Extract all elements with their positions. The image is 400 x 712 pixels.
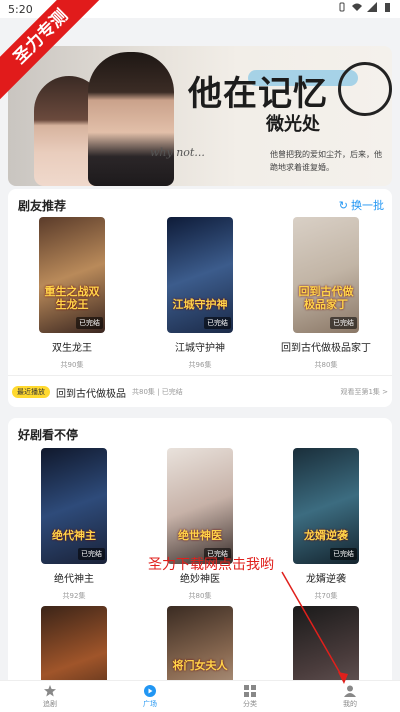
- drama-poster: 将门女夫人: [167, 606, 233, 680]
- tab-square[interactable]: 广场: [100, 681, 200, 712]
- divider: [8, 375, 392, 376]
- banner-title: 他在记忆: [188, 74, 328, 114]
- poster-title: 龙婿逆袭: [304, 529, 348, 542]
- nonstop-section: 好剧看不停 绝代神主 已完结 绝代神主 共92集 绝世神医 已完结 绝妙神医 共…: [8, 418, 392, 680]
- drama-card[interactable]: [14, 606, 134, 680]
- recent-progress[interactable]: 观看至第1集 >: [340, 387, 388, 397]
- drama-card[interactable]: 江城守护神 已完结 江城守护神 共96集: [140, 217, 260, 370]
- episode-count: 共90集: [60, 361, 84, 369]
- drama-poster: [293, 606, 359, 680]
- tab-label: 分类: [243, 700, 257, 708]
- grid-icon: [244, 685, 256, 697]
- section-title: 剧友推荐: [18, 199, 67, 213]
- drama-card[interactable]: 绝代神主 已完结 绝代神主 共92集: [14, 448, 134, 601]
- tab-category[interactable]: 分类: [200, 681, 300, 712]
- recent-play-row[interactable]: 最近播放 回到古代做极品 共80集 | 已完结 观看至第1集 >: [12, 385, 388, 400]
- drama-name: 双生龙王: [52, 343, 92, 354]
- drama-name: 绝代神主: [54, 574, 94, 585]
- status-badge: 已完结: [78, 548, 105, 560]
- recent-name: 回到古代做极品: [56, 388, 126, 400]
- drama-poster: 回到古代做极品家丁 已完结: [293, 217, 359, 333]
- episode-count: 共96集: [188, 361, 212, 369]
- recent-tag: 最近播放: [12, 386, 50, 398]
- tab-label: 广场: [143, 700, 157, 708]
- drama-poster: 绝代神主 已完结: [41, 448, 107, 564]
- status-badge: 已完结: [330, 317, 357, 329]
- episode-count: 共92集: [62, 592, 86, 600]
- drama-poster: 江城守护神 已完结: [167, 217, 233, 333]
- hero-banner[interactable]: why not... 他在记忆 微光处 他曾把我的爱如尘芥，后来，他跪地求着谁复…: [8, 46, 392, 186]
- play-icon: [144, 685, 156, 697]
- wifi-icon: [352, 3, 362, 11]
- episode-count: 共70集: [314, 592, 338, 600]
- poster-title: 绝代神主: [52, 529, 96, 542]
- drama-name: 江城守护神: [175, 343, 225, 354]
- drama-poster: 绝世神医 已完结: [167, 448, 233, 564]
- tab-label: 追剧: [43, 700, 57, 708]
- status-badge: 已完结: [204, 317, 231, 329]
- drama-card[interactable]: 将门女夫人: [140, 606, 260, 680]
- bottom-nav: 追剧 广场 分类 我的: [0, 680, 400, 712]
- star-icon: [44, 685, 56, 697]
- banner-actor-image: [88, 52, 174, 186]
- vibrate-icon: [339, 2, 345, 12]
- poster-title: 绝世神医: [178, 529, 222, 542]
- poster-title: 江城守护神: [172, 298, 228, 311]
- poster-title: 将门女夫人: [172, 659, 228, 672]
- banner-subtitle: 他曾把我的爱如尘芥，后来，他跪地求着谁复婚。: [270, 150, 382, 172]
- recent-info: 共80集 | 已完结: [132, 388, 183, 396]
- drama-poster: 龙婿逆袭 已完结: [293, 448, 359, 564]
- promo-overlay-text[interactable]: 圣力下载网点击我哟: [148, 554, 274, 574]
- battery-icon: [385, 3, 390, 12]
- drama-poster: [41, 606, 107, 680]
- status-badge: 已完结: [76, 317, 103, 329]
- signal-icon: [367, 2, 377, 12]
- user-icon: [344, 685, 356, 697]
- drama-card[interactable]: 绝世神医 已完结 绝妙神医 共80集: [140, 448, 260, 601]
- drama-card[interactable]: [266, 606, 386, 680]
- clock-icon: [338, 62, 392, 116]
- drama-poster: 重生之战双生龙王 已完结: [39, 217, 105, 333]
- banner-title-sub: 微光处: [266, 114, 320, 135]
- drama-card[interactable]: 回到古代做极品家丁 已完结 回到古代做极品家丁 共80集: [266, 217, 386, 370]
- recommend-section: 剧友推荐 ↻ 换一批 重生之战双生龙王 已完结 双生龙王 共90集 江城守护神 …: [8, 189, 392, 407]
- status-badge: 已完结: [330, 548, 357, 560]
- drama-card[interactable]: 龙婿逆袭 已完结 龙婿逆袭 共70集: [266, 448, 386, 601]
- tab-label: 我的: [343, 700, 357, 708]
- drama-name: 龙婿逆袭: [306, 574, 346, 585]
- drama-card[interactable]: 重生之战双生龙王 已完结 双生龙王 共90集: [12, 217, 132, 370]
- refresh-label: 换一批: [351, 199, 384, 212]
- poster-title: 重生之战双生龙王: [44, 285, 100, 311]
- episode-count: 共80集: [188, 592, 212, 600]
- refresh-icon: ↻: [338, 198, 348, 212]
- section-title: 好剧看不停: [18, 428, 79, 442]
- status-time: 5:20: [8, 3, 33, 16]
- drama-name: 回到古代做极品家丁: [281, 343, 371, 354]
- banner-caption: why not...: [150, 146, 205, 159]
- tab-follow[interactable]: 追剧: [0, 681, 100, 712]
- tab-mine[interactable]: 我的: [300, 681, 400, 712]
- episode-count: 共80集: [314, 361, 338, 369]
- poster-title: 回到古代做极品家丁: [298, 285, 354, 311]
- status-icons: [337, 2, 392, 12]
- refresh-button[interactable]: ↻ 换一批: [339, 197, 384, 213]
